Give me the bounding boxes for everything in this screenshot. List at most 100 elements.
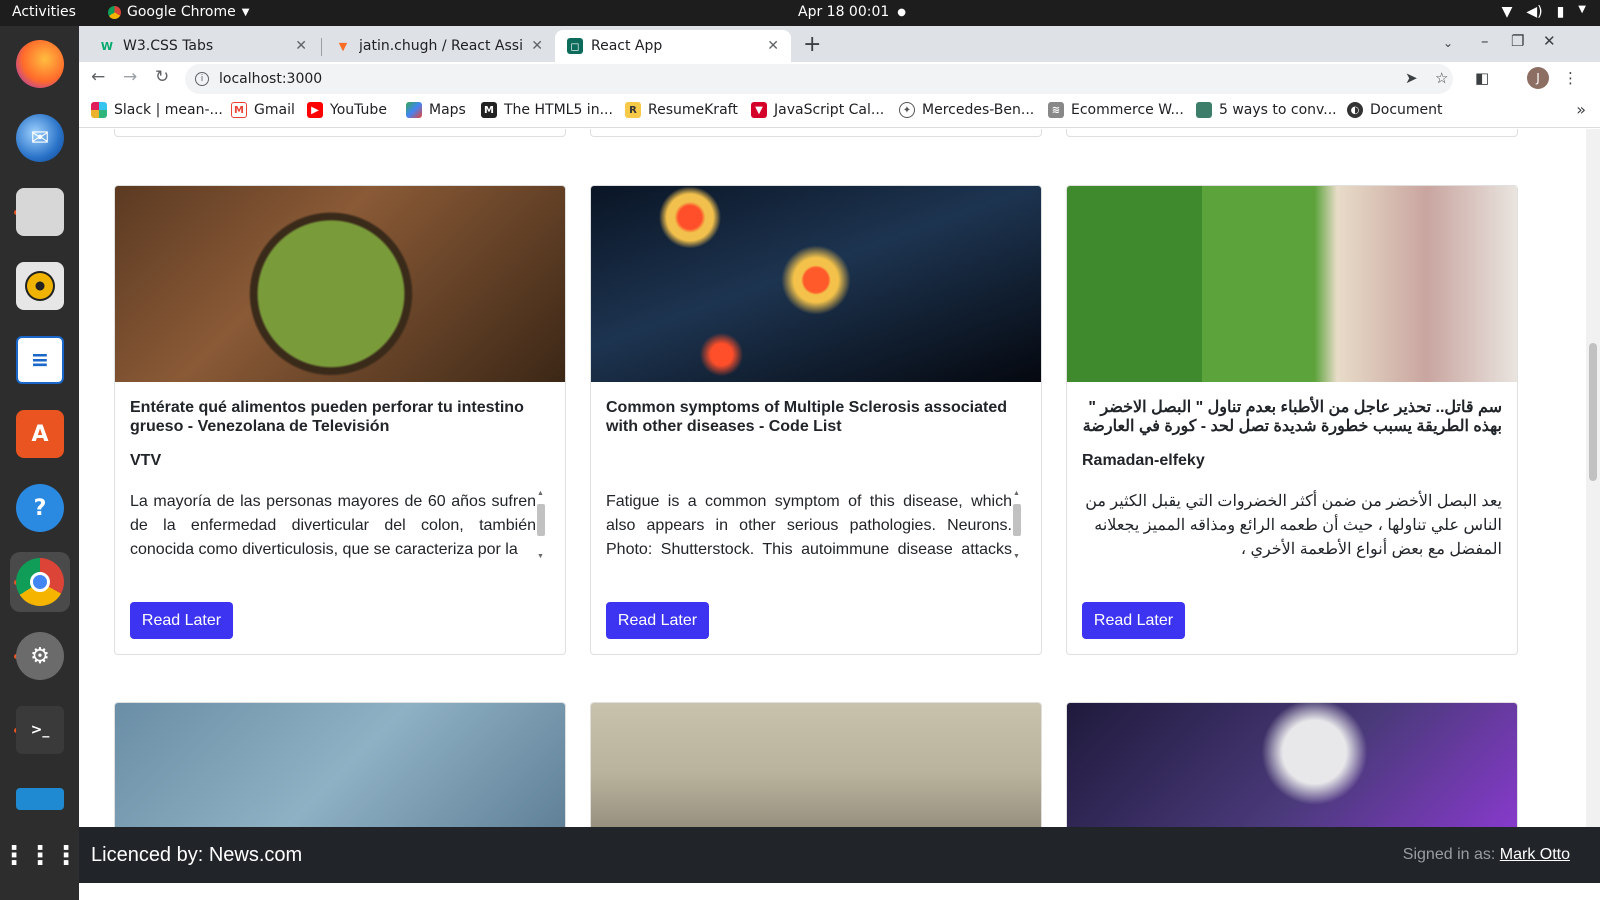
back-arrow-icon[interactable]: ←: [91, 67, 105, 87]
settings-icon: ⚙: [16, 632, 64, 680]
close-window-icon[interactable]: ✕: [1543, 32, 1556, 50]
bookmark-mercedes[interactable]: ✦ Mercedes-Ben...: [899, 102, 1034, 118]
side-panel-icon[interactable]: ◧: [1475, 69, 1489, 87]
close-tab-icon[interactable]: ✕: [531, 38, 543, 54]
dock-settings[interactable]: ⚙: [10, 626, 70, 686]
footer-navbar: Licenced by: News.com Signed in as: Mark…: [79, 827, 1600, 883]
card-image: [115, 186, 565, 382]
signed-in-text: Signed in as: Mark Otto: [1403, 846, 1570, 864]
card-description[interactable]: La mayoría de las personas mayores de 60…: [130, 490, 536, 562]
restore-icon[interactable]: ❐: [1511, 32, 1524, 50]
bookmark-resumekraft[interactable]: R ResumeKraft: [625, 102, 738, 118]
page-viewport: Entérate qué alimentos pueden perforar t…: [79, 129, 1600, 827]
dock-thunderbird[interactable]: ✉: [10, 108, 70, 168]
dock-chrome[interactable]: [10, 552, 70, 612]
card-title: سم قاتل.. تحذير عاجل من الأطباء بعدم تنا…: [1082, 399, 1502, 435]
bookmark-javascript[interactable]: ▼ JavaScript Cal...: [751, 102, 884, 118]
card-title: Common symptoms of Multiple Sclerosis as…: [606, 399, 1007, 435]
dock-terminal[interactable]: >_: [10, 700, 70, 760]
tab-search-chevron-icon[interactable]: ⌄: [1443, 36, 1453, 50]
dock-rhythmbox[interactable]: [10, 256, 70, 316]
send-to-devices-icon[interactable]: ➤: [1405, 69, 1418, 87]
bookmark-slack[interactable]: Slack | mean-...: [91, 102, 223, 118]
system-tray[interactable]: ▼ ◀) ▮ ▼: [1502, 4, 1586, 20]
dock-firefox[interactable]: [10, 34, 70, 94]
minimize-icon[interactable]: –: [1481, 32, 1489, 50]
more-bookmarks-icon[interactable]: »: [1576, 100, 1586, 119]
new-tab-plus-icon[interactable]: +: [803, 32, 821, 57]
news-card: Common symptoms of Multiple Sclerosis as…: [590, 185, 1042, 655]
dock-app-center[interactable]: A: [10, 404, 70, 464]
slack-icon: [91, 102, 107, 118]
address-bar[interactable]: i localhost:3000: [185, 64, 1453, 94]
rhythmbox-icon: [16, 262, 64, 310]
dock-files[interactable]: [10, 182, 70, 242]
read-later-button[interactable]: Read Later: [606, 602, 709, 639]
bookmark-youtube[interactable]: ▶ YouTube: [307, 102, 387, 118]
app-menu[interactable]: Google Chrome ▼: [108, 4, 249, 20]
help-icon: ?: [16, 484, 64, 532]
bookmark-html5[interactable]: M The HTML5 in...: [481, 102, 613, 118]
tab-gitlab[interactable]: ▼ jatin.chugh / React Assign ✕: [323, 30, 555, 62]
activities-button[interactable]: Activities: [12, 4, 76, 20]
card-image: [1067, 703, 1517, 827]
tab-strip: W W3.CSS Tabs ✕ ▼ jatin.chugh / React As…: [79, 26, 1600, 62]
page-scrollbar-thumb[interactable]: [1589, 343, 1597, 481]
card-image: [115, 703, 565, 827]
show-apps-button[interactable]: ⋮⋮⋮: [1, 826, 79, 886]
files-icon: [16, 188, 64, 236]
scrollbar-thumb[interactable]: [1013, 504, 1021, 536]
bookmark-maps[interactable]: Maps: [406, 102, 466, 118]
scroll-up-arrow-icon[interactable]: ▲: [1013, 490, 1020, 497]
scroll-up-arrow-icon[interactable]: ▲: [537, 490, 544, 497]
card-description[interactable]: يعد البصل الأخضر من ضمن أكثر الخضروات ال…: [1082, 490, 1502, 562]
tab-react-app[interactable]: ◻ React App ✕: [555, 30, 791, 62]
forward-arrow-icon[interactable]: →: [123, 67, 137, 87]
bookmark-5-ways[interactable]: 5 ways to conv...: [1196, 102, 1337, 118]
scroll-down-arrow-icon[interactable]: ▼: [537, 553, 544, 560]
volume-icon: ◀): [1526, 4, 1543, 20]
tab-label: React App: [591, 38, 663, 54]
signed-in-label: Signed in as:: [1402, 846, 1496, 863]
kebab-menu-icon[interactable]: ⋮: [1563, 69, 1578, 87]
description-scrollbar[interactable]: ▲ ▼: [1011, 490, 1023, 560]
close-tab-icon[interactable]: ✕: [295, 38, 307, 54]
card-title: Entérate qué alimentos pueden perforar t…: [130, 399, 524, 435]
news-card: Entérate qué alimentos pueden perforar t…: [114, 185, 566, 655]
clock[interactable]: Apr 18 00:01 ●: [798, 4, 906, 20]
app-center-icon: A: [16, 410, 64, 458]
user-link[interactable]: Mark Otto: [1500, 846, 1570, 863]
battery-icon: ▮: [1556, 4, 1565, 20]
bookmark-label: Ecommerce W...: [1071, 102, 1184, 118]
reload-icon[interactable]: ↻: [155, 67, 169, 87]
description-scrollbar[interactable]: ▲ ▼: [535, 490, 547, 560]
bookmark-document[interactable]: ◐ Document: [1347, 102, 1443, 118]
notification-dot-icon: ●: [897, 6, 907, 18]
wifi-icon: ▼: [1501, 4, 1513, 20]
tab-w3css[interactable]: W W3.CSS Tabs ✕: [87, 30, 319, 62]
card-description[interactable]: Fatigue is a common symptom of this dise…: [606, 490, 1012, 562]
bookmark-star-icon[interactable]: ☆: [1435, 69, 1448, 87]
app-menu-label: Google Chrome: [127, 4, 236, 20]
chevron-down-icon: ▼: [1578, 4, 1586, 15]
scroll-down-arrow-icon[interactable]: ▼: [1013, 553, 1020, 560]
dock-help[interactable]: ?: [10, 478, 70, 538]
page-scrollbar[interactable]: [1586, 129, 1600, 827]
bookmark-label: Slack | mean-...: [114, 102, 223, 118]
profile-avatar[interactable]: J: [1527, 67, 1549, 89]
read-later-button[interactable]: Read Later: [130, 602, 233, 639]
dock-vscode[interactable]: [10, 774, 70, 810]
bookmark-ecommerce[interactable]: ≋ Ecommerce W...: [1048, 102, 1184, 118]
dock-writer[interactable]: ≡: [10, 330, 70, 390]
browser-toolbar: ← → ↻ i localhost:3000 ➤ ☆ ◧ J ⋮: [79, 62, 1600, 96]
scrollbar-thumb[interactable]: [537, 504, 545, 536]
card-source: Ramadan-elfeky: [1082, 452, 1205, 469]
site-info-icon[interactable]: i: [195, 72, 209, 86]
news-card: [1066, 702, 1518, 827]
page-bottom-strip: [79, 883, 1600, 900]
bookmark-gmail[interactable]: M Gmail: [231, 102, 295, 118]
news-card: [590, 129, 1042, 137]
read-later-button[interactable]: Read Later: [1082, 602, 1185, 639]
close-tab-icon[interactable]: ✕: [767, 38, 779, 54]
mercedes-icon: ✦: [899, 102, 915, 118]
